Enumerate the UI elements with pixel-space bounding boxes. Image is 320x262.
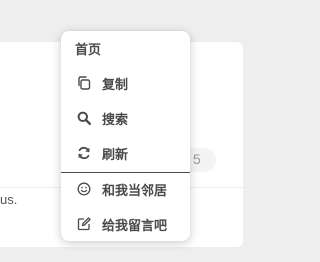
menu-item-neighbor[interactable]: 和我当邻居	[61, 172, 190, 206]
menu-item-label: 和我当邻居	[102, 184, 168, 199]
menu-item-label: 首页	[75, 43, 102, 58]
menu-item-search[interactable]: 搜索	[61, 101, 190, 135]
menu-item-message[interactable]: 给我留言吧	[61, 207, 190, 241]
refresh-icon	[76, 145, 92, 161]
menu-item-label: 搜索	[102, 113, 129, 128]
search-icon	[76, 110, 92, 126]
like-count: 5	[193, 151, 201, 167]
menu-item-label: 复制	[102, 78, 129, 93]
edit-icon	[76, 216, 92, 232]
context-menu: 首页 复制 搜索 刷新 和我当邻居 给我留言吧	[61, 31, 190, 241]
smile-icon	[76, 181, 92, 197]
post-snippet: us.	[0, 192, 18, 207]
menu-item-refresh[interactable]: 刷新	[61, 136, 190, 170]
menu-item-label: 给我留言吧	[102, 219, 168, 234]
menu-item-home[interactable]: 首页	[61, 31, 190, 65]
menu-item-label: 刷新	[102, 148, 129, 163]
menu-item-copy[interactable]: 复制	[61, 66, 190, 100]
copy-icon	[76, 75, 92, 91]
